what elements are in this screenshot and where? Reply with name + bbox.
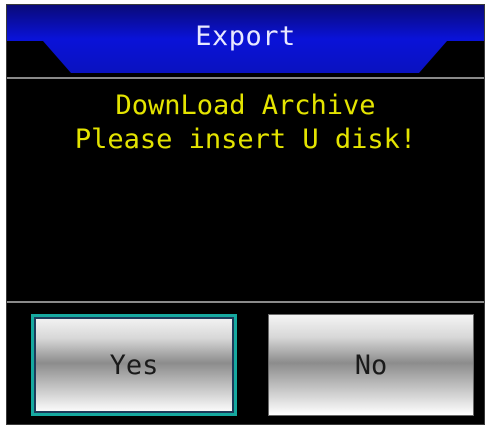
- no-button-label: No: [354, 349, 388, 381]
- yes-button[interactable]: Yes: [31, 314, 237, 416]
- title-bar: Export: [7, 5, 484, 77]
- message-line-2: Please insert U disk!: [74, 124, 417, 155]
- title-divider: [7, 77, 484, 79]
- no-button[interactable]: No: [268, 314, 474, 416]
- message-line-1: DownLoad Archive: [115, 90, 376, 121]
- export-dialog: Export DownLoad Archive Please insert U …: [6, 4, 485, 425]
- yes-button-label: Yes: [109, 349, 159, 381]
- dialog-title: Export: [195, 21, 296, 52]
- button-divider: [7, 301, 484, 303]
- dialog-message: DownLoad Archive Please insert U disk!: [7, 89, 484, 157]
